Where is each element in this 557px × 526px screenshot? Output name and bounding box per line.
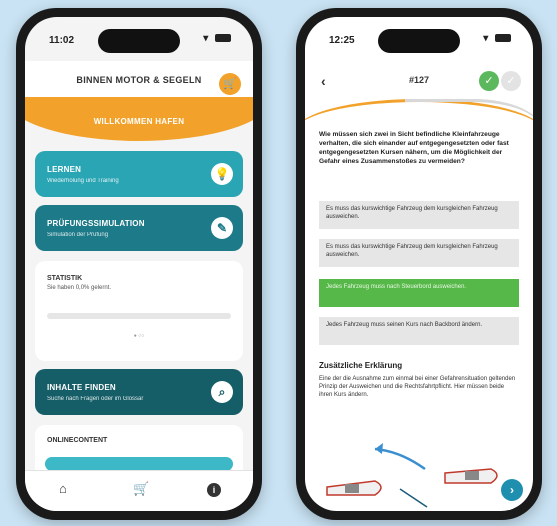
answer-option-correct[interactable]: Jedes Fahrzeug muss nach Steuerbord ausw…: [319, 279, 519, 307]
battery-icon: [495, 34, 511, 43]
online-content-section: ONLINECONTENT: [35, 425, 243, 475]
battery-icon: [215, 34, 231, 43]
check-correct-icon[interactable]: ✓: [479, 71, 499, 91]
dynamic-island: [98, 29, 180, 53]
shop-icon[interactable]: 🛒: [133, 481, 149, 497]
cart-icon: 🛒: [223, 78, 237, 90]
boats-illustration: [326, 443, 498, 508]
explanation-title: Zusätzliche Erklärung: [319, 361, 403, 370]
status-icons: ▾: [203, 33, 231, 44]
page-indicator[interactable]: ● ○○: [35, 333, 243, 339]
cart-button[interactable]: 🛒: [219, 73, 241, 95]
question-text: Wie müssen sich zwei in Sicht befindlich…: [319, 131, 509, 165]
left-phone-frame: 11:02 ▾ BINNEN MOTOR & SEGELN 🛒 WILLKOMM…: [16, 8, 262, 520]
learn-card-subtitle: Wiederholung und Training: [47, 178, 119, 184]
home-icon[interactable]: ⌂: [59, 481, 67, 496]
tab-bar: ⌂ 🛒 i: [25, 470, 253, 511]
signal-icon: ▾: [203, 33, 211, 44]
direction-arrow: [374, 447, 426, 471]
search-icon: ⌕: [211, 381, 233, 403]
info-icon[interactable]: i: [207, 483, 221, 497]
check-inactive-icon[interactable]: ✓: [501, 71, 521, 91]
answer-option[interactable]: Es muss das kurswichtige Fahrzeug dem ku…: [319, 201, 519, 229]
left-screen: 11:02 ▾ BINNEN MOTOR & SEGELN 🛒 WILLKOMM…: [25, 17, 253, 511]
arrowhead: [375, 443, 383, 454]
learn-card-title: LERNEN: [47, 165, 82, 174]
find-content-subtitle: Suche nach Fragen oder im Glossar: [47, 396, 144, 402]
progress-arc-remaining: [405, 99, 533, 132]
explanation-text: Eine der die Ausnahme zum einmal bei ein…: [319, 376, 516, 399]
learn-card[interactable]: LERNEN Wiederholung und Training 💡: [35, 151, 243, 197]
answer-option[interactable]: Jedes Fahrzeug muss seinen Kurs nach Bac…: [319, 317, 519, 345]
status-icons: ▾: [483, 33, 511, 44]
exam-card-title: PRÜFUNGSSIMULATION: [47, 219, 145, 228]
next-button[interactable]: ›: [501, 479, 523, 501]
right-phone-frame: 12:25 ▾ ‹ #127 ✓ ✓ Wie müssen sich zwei …: [296, 8, 542, 520]
answer-option[interactable]: Es muss das kurswichtige Fahrzeug dem ku…: [319, 239, 519, 267]
welcome-banner-label: WILLKOMMEN HAFEN: [93, 117, 185, 126]
find-content-title: INHALTE FINDEN: [47, 383, 116, 392]
online-content-title: ONLINECONTENT: [47, 437, 108, 444]
statistics-title: STATISTIK: [47, 275, 83, 282]
wake-line: [399, 488, 428, 508]
statistics-card[interactable]: STATISTIK Sie haben 0,0% gelernt. ● ○○: [35, 261, 243, 361]
exam-card-subtitle: Simulation der Prüfung: [47, 232, 109, 238]
pencil-icon: ✎: [211, 217, 233, 239]
online-content-banner[interactable]: [45, 457, 233, 471]
status-time: 11:02: [49, 35, 75, 46]
exam-simulation-card[interactable]: PRÜFUNGSSIMULATION Simulation der Prüfun…: [35, 205, 243, 251]
right-screen: 12:25 ▾ ‹ #127 ✓ ✓ Wie müssen sich zwei …: [305, 17, 533, 511]
find-content-card[interactable]: INHALTE FINDEN Suche nach Fragen oder im…: [35, 369, 243, 415]
status-time: 12:25: [329, 35, 355, 46]
progress-bar: [47, 313, 231, 319]
bulb-icon: 💡: [211, 163, 233, 185]
signal-icon: ▾: [483, 33, 491, 44]
boat-right: [444, 468, 498, 484]
boat-left: [326, 480, 382, 496]
statistics-subtitle: Sie haben 0,0% gelernt.: [47, 285, 112, 291]
dynamic-island: [378, 29, 460, 53]
